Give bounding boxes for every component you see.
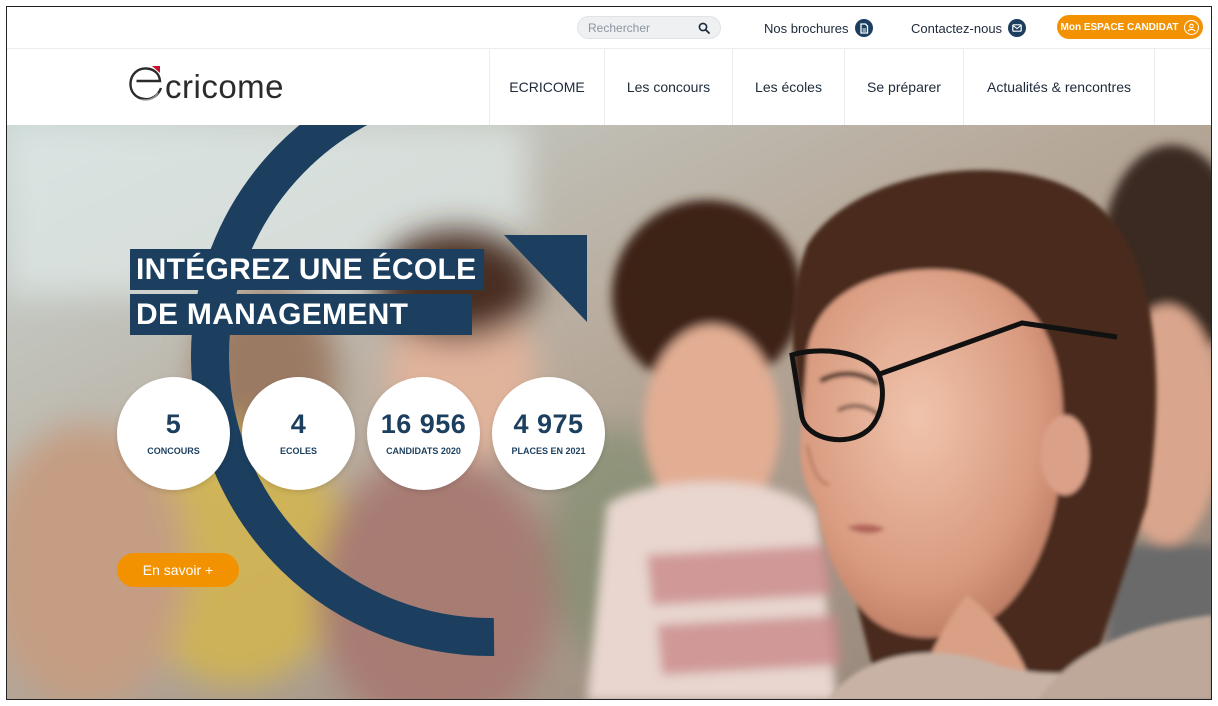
main-navigation: cricome ECRICOME Les concours Les écoles… — [7, 49, 1211, 125]
stat-places: 4 975 PLACES EN 2021 — [492, 377, 605, 490]
nav-items: ECRICOME Les concours Les écoles Se prép… — [489, 49, 1155, 125]
nav-item-se-preparer[interactable]: Se préparer — [844, 49, 963, 125]
nav-item-ecricome[interactable]: ECRICOME — [489, 49, 604, 125]
stat-candidats: 16 956 CANDIDATS 2020 — [367, 377, 480, 490]
brochures-link[interactable]: Nos brochures — [764, 17, 873, 39]
stat-concours: 5 CONCOURS — [117, 377, 230, 490]
logo-wordmark: cricome — [165, 68, 285, 105]
stat-label: ECOLES — [279, 446, 317, 456]
stat-ecoles: 4 ECOLES — [242, 377, 355, 490]
stat-label: CONCOURS — [147, 446, 200, 456]
search-box[interactable] — [577, 16, 721, 39]
user-icon — [1184, 19, 1200, 35]
document-icon — [854, 19, 873, 37]
browser-viewport: Nos brochures Contactez-nous Mon ESPACE … — [6, 6, 1212, 700]
hero-title-line-1: INTÉGREZ UNE ÉCOLE — [130, 249, 485, 290]
contact-link[interactable]: Contactez-nous — [911, 17, 1027, 39]
key-figures: 5 CONCOURS 4 ECOLES 16 956 CANDIDATS 202… — [117, 377, 605, 490]
utility-bar: Nos brochures Contactez-nous Mon ESPACE … — [7, 7, 1211, 49]
nav-item-concours[interactable]: Les concours — [604, 49, 732, 125]
nav-item-actualites[interactable]: Actualités & rencontres — [963, 49, 1155, 125]
stat-value: 4 975 — [513, 409, 584, 439]
brochures-label: Nos brochures — [764, 20, 849, 36]
hero-title-line-2: DE MANAGEMENT — [130, 294, 473, 335]
stat-value: 16 956 — [380, 409, 467, 439]
stat-label: CANDIDATS 2020 — [386, 446, 461, 456]
logo-e-mark — [129, 66, 163, 101]
ecricome-logo[interactable]: cricome — [127, 63, 284, 103]
candidate-space-button[interactable]: Mon ESPACE CANDIDAT — [1057, 15, 1203, 39]
search-input[interactable] — [588, 20, 688, 35]
hero-title: INTÉGREZ UNE ÉCOLE DE MANAGEMENT — [130, 249, 485, 335]
search-icon[interactable] — [696, 20, 712, 36]
mail-icon — [1008, 19, 1027, 37]
hero-banner: INTÉGREZ UNE ÉCOLE DE MANAGEMENT 5 CONCO… — [7, 125, 1211, 699]
stat-label: PLACES EN 2021 — [511, 446, 586, 456]
contact-label: Contactez-nous — [911, 20, 1003, 36]
nav-item-ecoles[interactable]: Les écoles — [732, 49, 844, 125]
stat-value: 4 — [290, 409, 307, 439]
stat-value: 5 — [165, 409, 182, 439]
candidate-label: Mon ESPACE CANDIDAT — [1060, 21, 1179, 33]
learn-more-button[interactable]: En savoir + — [117, 553, 239, 587]
